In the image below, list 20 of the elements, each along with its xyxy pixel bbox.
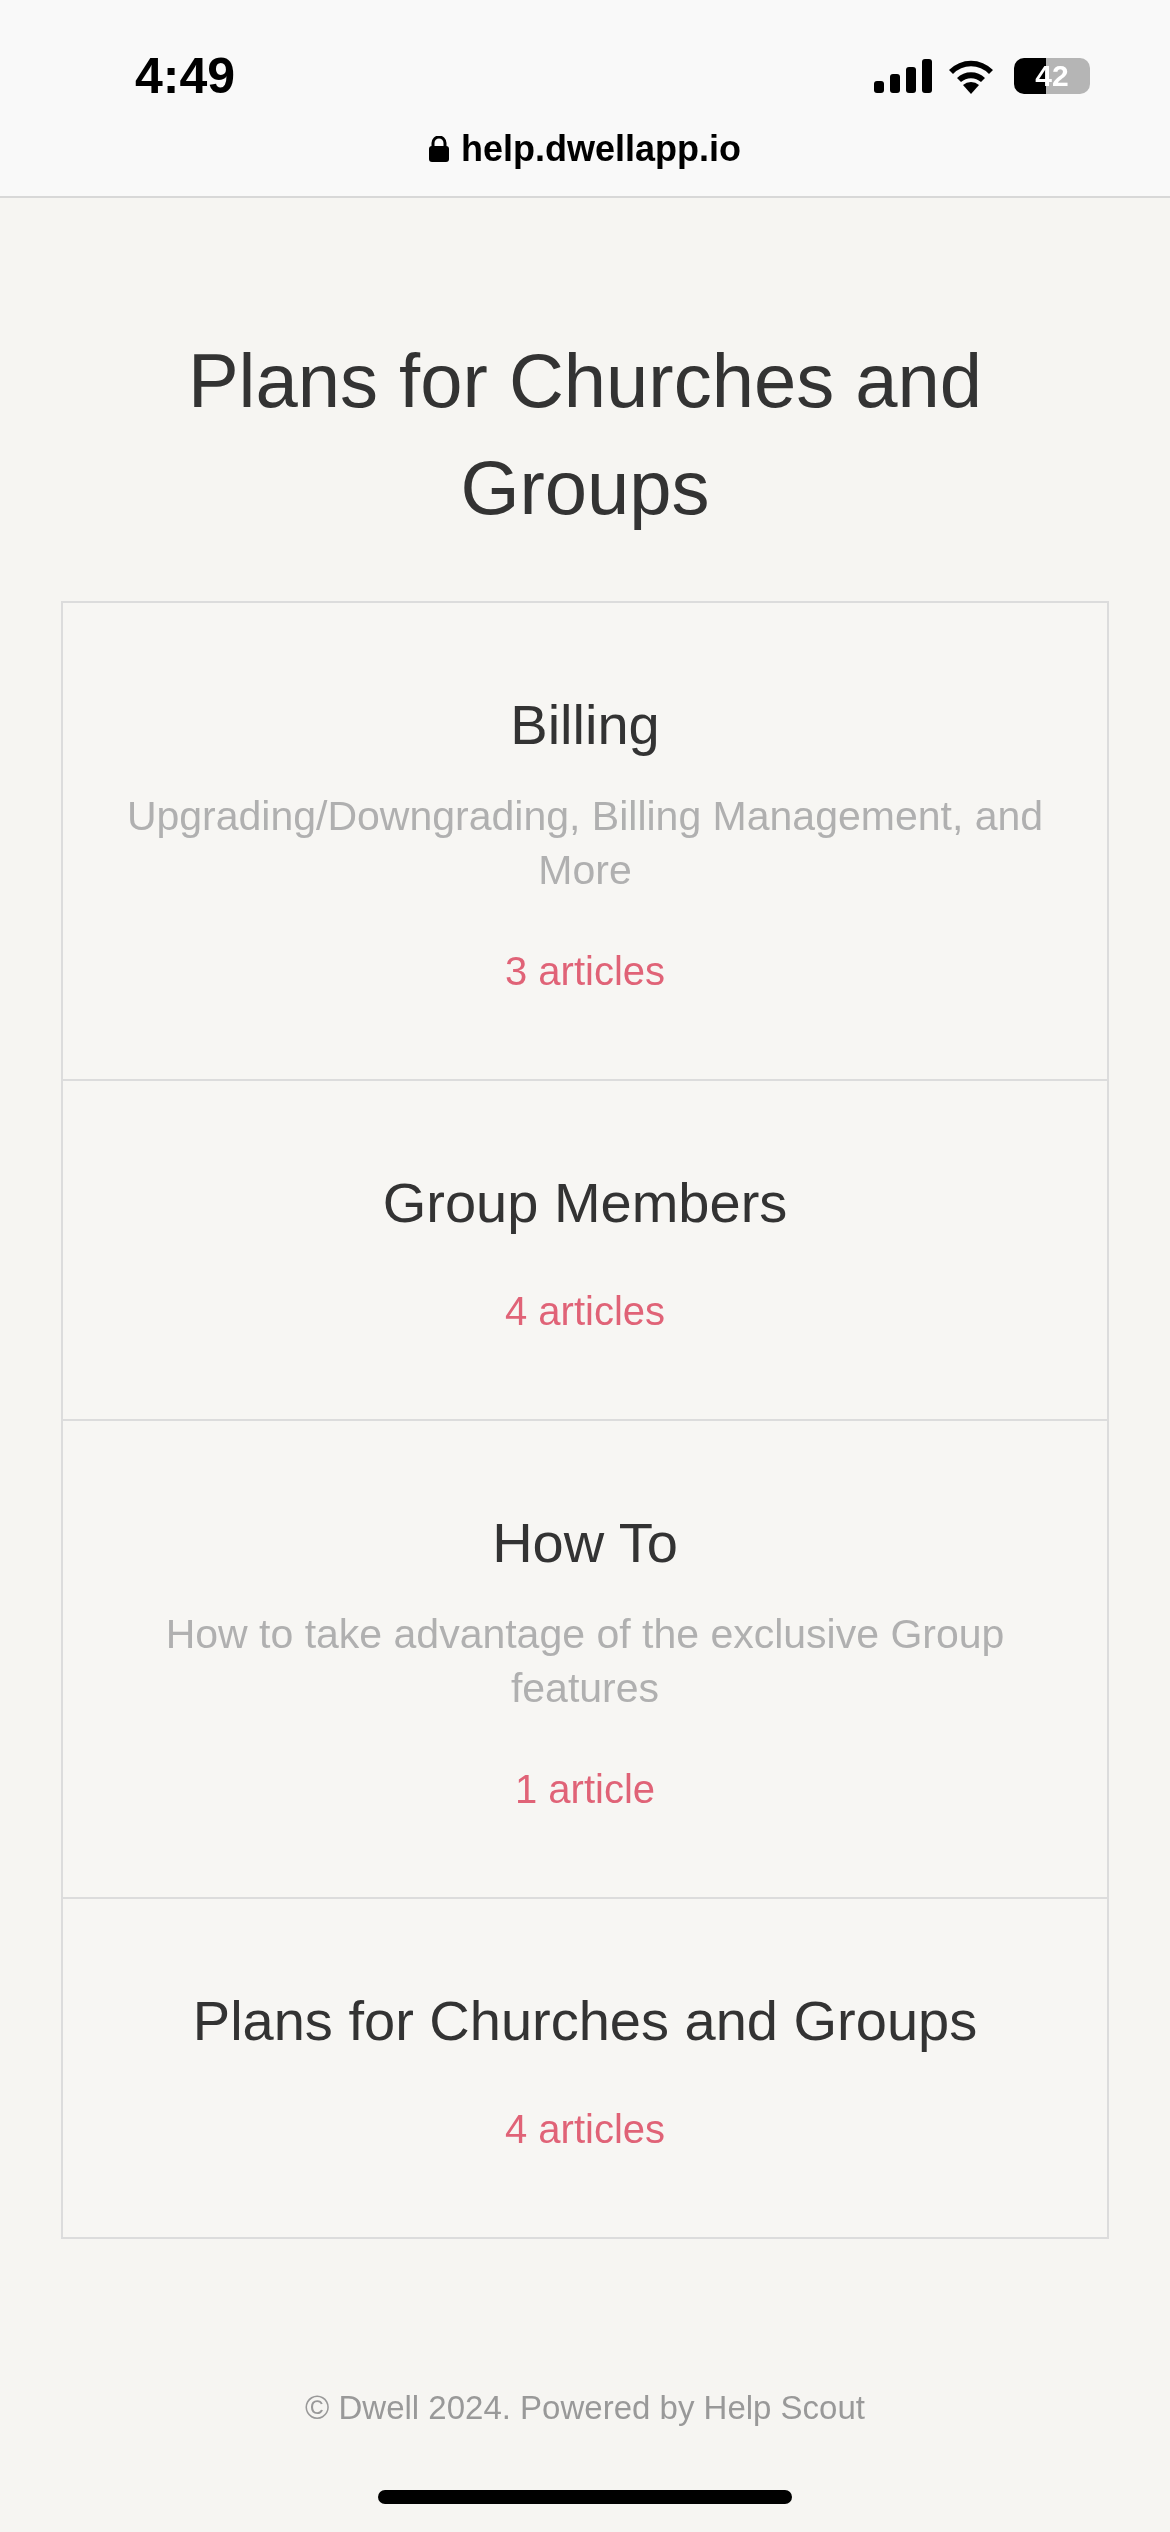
category-title: How To xyxy=(492,1510,678,1576)
article-count: 4 articles xyxy=(504,1288,666,1335)
category-title: Plans for Churches and Groups xyxy=(192,1988,978,2054)
category-card[interactable]: How To How to take advantage of the exclusive Group features 1 article xyxy=(63,1419,1107,1897)
page-title: Plans for Churches and Groups xyxy=(186,337,984,532)
url-text[interactable]: help.dwellapp.io xyxy=(461,128,741,170)
article-count: 4 articles xyxy=(504,2106,666,2153)
category-card[interactable]: Plans for Churches and Groups 4 articles xyxy=(63,1897,1107,2237)
status-time: 4:49 xyxy=(135,47,236,105)
article-count: 1 article xyxy=(514,1766,656,1813)
article-count: 3 articles xyxy=(504,948,666,995)
category-title: Billing xyxy=(510,692,660,758)
category-description: How to take advantage of the exclusive Group features xyxy=(164,1610,1006,1713)
category-title: Group Members xyxy=(382,1170,788,1236)
lock-icon xyxy=(429,136,449,162)
footer-text: © Dwell 2024. Powered by Help Scout xyxy=(304,2389,866,2427)
category-card[interactable]: Group Members 4 articles xyxy=(63,1079,1107,1419)
signal-icon xyxy=(874,59,932,93)
category-card[interactable]: Billing Upgrading/Downgrading, Billing Management, and More 3 articles xyxy=(63,603,1107,1079)
category-description: Upgrading/Downgrading, Billing Management, and More xyxy=(125,792,1045,895)
